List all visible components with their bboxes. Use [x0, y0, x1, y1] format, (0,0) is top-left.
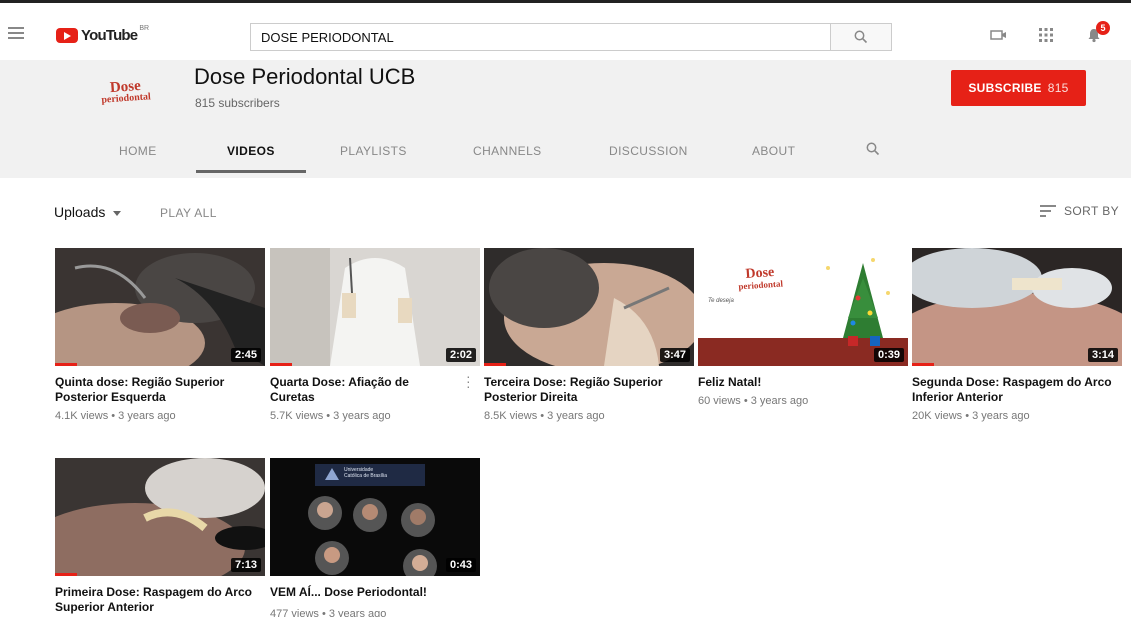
christmas-card-subtitle: Te deseja — [708, 298, 734, 304]
uploads-label: Uploads — [54, 204, 106, 220]
video-thumbnail[interactable]: 3:47 — [484, 248, 694, 366]
sort-icon — [1040, 205, 1056, 217]
video-card[interactable]: 7:13 Primeira Dose: Raspagem do Arco Sup… — [55, 458, 265, 615]
channel-tabs: HOME VIDEOS PLAYLISTS CHANNELS DISCUSSIO… — [0, 140, 1131, 178]
video-meta: 20K views • 3 years ago — [912, 410, 1030, 422]
video-title[interactable]: Quinta dose: Região Superior Posterior E… — [55, 375, 265, 405]
tab-discussion[interactable]: DISCUSSION — [609, 144, 688, 158]
active-tab-indicator — [196, 170, 306, 173]
video-thumbnail[interactable]: 2:02 — [270, 248, 480, 366]
video-duration: 0:39 — [873, 348, 904, 362]
video-duration: 2:45 — [230, 348, 261, 362]
video-title[interactable]: VEM AÍ... Dose Periodontal! — [270, 585, 480, 600]
video-meta: 477 views • 3 years ago — [270, 608, 387, 617]
video-card[interactable]: Universidade Católica de Brasília 0:43 V… — [270, 458, 480, 617]
video-thumbnail[interactable]: 7:13 — [55, 458, 265, 576]
upload-video-icon[interactable] — [990, 27, 1008, 43]
video-card[interactable]: 3:47 Terceira Dose: Região Superior Post… — [484, 248, 694, 422]
youtube-logo[interactable]: YouTube BR — [56, 25, 150, 44]
video-duration: 2:02 — [445, 348, 476, 362]
video-title[interactable]: Segunda Dose: Raspagem do Arco Inferior … — [912, 375, 1122, 405]
ucb-logo-text: Universidade Católica de Brasília — [344, 467, 387, 479]
hamburger-menu-icon[interactable] — [8, 27, 24, 39]
logo-country-code: BR — [139, 25, 150, 32]
search-icon — [854, 30, 868, 44]
youtube-play-icon — [56, 28, 78, 43]
notification-badge: 5 — [1096, 21, 1110, 35]
tab-about[interactable]: ABOUT — [752, 144, 795, 158]
watch-progress-bar — [270, 363, 292, 366]
video-title[interactable]: Terceira Dose: Região Superior Posterior… — [484, 375, 694, 405]
watch-progress-bar — [912, 363, 934, 366]
subscribe-count: 815 — [1047, 81, 1069, 95]
notifications-bell-icon[interactable]: 5 — [1086, 21, 1110, 43]
tab-home[interactable]: HOME — [119, 144, 157, 158]
channel-avatar[interactable]: Dose periodontal — [76, 60, 176, 125]
video-thumbnail[interactable]: 3:14 — [912, 248, 1122, 366]
chevron-down-icon — [113, 210, 122, 216]
video-meta: 5.7K views • 3 years ago — [270, 410, 391, 422]
sort-by-button[interactable]: SORT BY — [1040, 204, 1119, 218]
video-card[interactable]: 3:14 Segunda Dose: Raspagem do Arco Infe… — [912, 248, 1122, 422]
play-all-button[interactable]: PLAY ALL — [160, 206, 217, 220]
video-meta: 4.1K views • 3 years ago — [55, 410, 176, 422]
apps-grid-icon[interactable] — [1038, 27, 1056, 43]
ucb-line2: Católica de Brasília — [344, 473, 388, 479]
watch-progress-bar — [55, 363, 77, 366]
video-duration: 3:47 — [659, 348, 690, 362]
search-button[interactable] — [830, 23, 892, 51]
channel-name: Dose Periodontal UCB — [194, 64, 416, 89]
video-title[interactable]: Quarta Dose: Afiação de Curetas — [270, 375, 450, 405]
video-title[interactable]: Primeira Dose: Raspagem do Arco Superior… — [55, 585, 265, 615]
christmas-channel-logo: Dose periodontal — [737, 265, 783, 291]
watch-progress-bar — [484, 363, 506, 366]
tab-playlists[interactable]: PLAYLISTS — [340, 144, 407, 158]
subscriber-count: 815 subscribers — [195, 96, 280, 110]
video-thumbnail[interactable]: Dose periodontal Te deseja 0:39 — [698, 248, 908, 366]
video-meta: 60 views • 3 years ago — [698, 395, 809, 407]
search-input[interactable] — [250, 23, 830, 51]
video-title[interactable]: Feliz Natal! — [698, 375, 908, 390]
watch-progress-bar — [55, 573, 77, 576]
top-bar: YouTube BR 5 — [0, 0, 1131, 60]
video-duration: 0:43 — [445, 558, 476, 572]
subscribe-label: SUBSCRIBE — [968, 81, 1042, 95]
more-options-icon[interactable]: · · · — [466, 369, 471, 393]
subscribe-button[interactable]: SUBSCRIBE 815 — [951, 70, 1086, 106]
video-thumbnail[interactable]: 2:45 — [55, 248, 265, 366]
search-bar — [250, 23, 892, 51]
channel-header: Dose periodontal Dose Periodontal UCB 81… — [0, 60, 1131, 178]
video-card[interactable]: Dose periodontal Te deseja 0:39 Feliz Na… — [698, 248, 908, 407]
tab-videos[interactable]: VIDEOS — [227, 144, 275, 158]
video-card[interactable]: 2:45 Quinta dose: Região Superior Poster… — [55, 248, 265, 422]
sort-by-label: SORT BY — [1064, 204, 1120, 218]
video-card[interactable]: 2:02 Quarta Dose: Afiação de Curetas 5.7… — [270, 248, 480, 422]
video-duration: 7:13 — [230, 558, 261, 572]
video-duration: 3:14 — [1087, 348, 1118, 362]
uploads-dropdown[interactable]: Uploads — [54, 204, 122, 220]
channel-search-icon[interactable] — [866, 142, 880, 159]
video-meta: 8.5K views • 3 years ago — [484, 410, 605, 422]
logo-text: YouTube — [81, 27, 138, 44]
avatar-logo: Dose periodontal — [101, 77, 151, 105]
video-thumbnail[interactable]: Universidade Católica de Brasília 0:43 — [270, 458, 480, 576]
tab-channels[interactable]: CHANNELS — [473, 144, 542, 158]
